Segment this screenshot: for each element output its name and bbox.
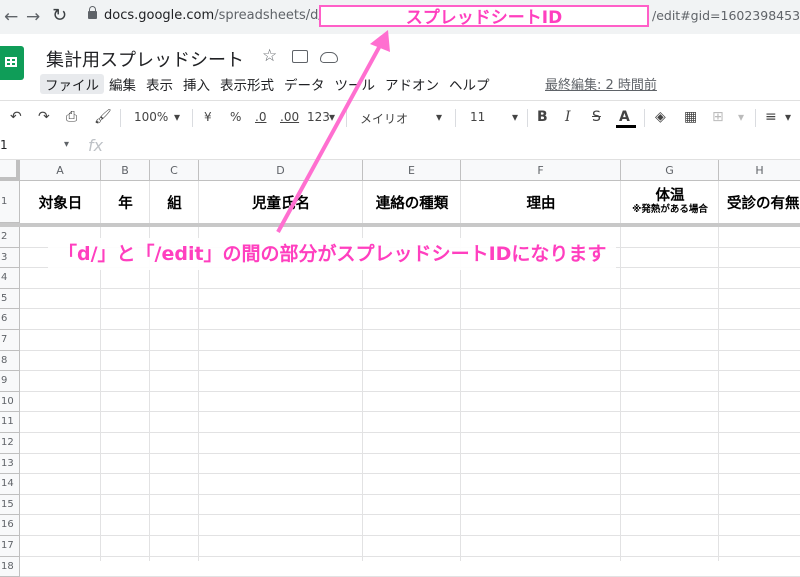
- annotation-callout: 「d/」と「/edit」の間の部分がスプレッドシートIDになります: [48, 238, 617, 270]
- currency-button[interactable]: ¥: [204, 110, 212, 124]
- star-icon[interactable]: ☆: [262, 46, 277, 66]
- text-color-button[interactable]: A: [619, 109, 630, 125]
- merge-cells-icon[interactable]: ⊞: [712, 109, 724, 125]
- last-edit-link[interactable]: 最終編集: 2 時間前: [545, 74, 657, 93]
- increase-decimal-button[interactable]: .00: [280, 110, 299, 124]
- browser-address-bar[interactable]: ← → ↻ docs.google.com/spreadsheets/d/ /e…: [0, 0, 800, 34]
- zoom-caret-icon[interactable]: ▾: [174, 110, 180, 124]
- row-header[interactable]: 17: [0, 536, 20, 557]
- formula-bar: 1 ▾ fx: [0, 135, 800, 160]
- header-cell-contact-type[interactable]: 連絡の種類: [363, 181, 461, 223]
- column-header-g[interactable]: G: [621, 160, 719, 181]
- menu-file[interactable]: ファイル: [40, 74, 104, 94]
- align-caret-icon[interactable]: ▾: [785, 110, 791, 124]
- sheets-logo-icon[interactable]: [0, 46, 24, 80]
- cloud-status-icon[interactable]: [320, 52, 338, 63]
- spreadsheet-id-label: スプレッドシートID: [405, 8, 563, 28]
- header-cell-date[interactable]: 対象日: [20, 181, 101, 223]
- zoom-select[interactable]: 100%: [134, 110, 168, 124]
- row-header[interactable]: 12: [0, 433, 20, 454]
- row-header[interactable]: 14: [0, 474, 20, 495]
- header-cell-class[interactable]: 組: [150, 181, 199, 223]
- borders-icon[interactable]: ▦: [684, 109, 697, 125]
- font-size-caret-icon[interactable]: ▾: [512, 110, 518, 124]
- header-cell-consultation[interactable]: 受診の有無: [719, 181, 800, 223]
- font-size-select[interactable]: 11: [470, 110, 485, 124]
- row-header[interactable]: 9: [0, 371, 20, 392]
- header-cell-student-name[interactable]: 児童氏名: [199, 181, 363, 223]
- lock-icon[interactable]: [88, 6, 97, 19]
- menu-data[interactable]: データ: [279, 74, 330, 94]
- reload-icon[interactable]: ↻: [52, 5, 67, 26]
- row-header[interactable]: 15: [0, 494, 20, 516]
- forward-arrow-icon[interactable]: →: [26, 7, 40, 27]
- row-header[interactable]: 8: [0, 350, 20, 372]
- font-caret-icon[interactable]: ▾: [436, 110, 442, 124]
- spreadsheet-grid[interactable]: A B C D E F G H 1 対象日 年 組 児童氏名 連絡の種類 理由 …: [0, 160, 800, 577]
- column-header-e[interactable]: E: [363, 160, 461, 181]
- menu-tools[interactable]: ツール: [330, 74, 381, 94]
- menu-edit[interactable]: 編集: [104, 74, 141, 94]
- name-box[interactable]: 1: [0, 138, 8, 152]
- row-header[interactable]: 2: [0, 227, 20, 248]
- column-header-h[interactable]: H: [719, 160, 800, 181]
- merge-caret-icon[interactable]: ▾: [738, 110, 744, 124]
- menu-format[interactable]: 表示形式: [215, 74, 279, 94]
- row-header[interactable]: 4: [0, 268, 20, 289]
- decrease-decimal-button[interactable]: .0: [255, 110, 266, 124]
- column-header-d[interactable]: D: [199, 160, 363, 181]
- redo-icon[interactable]: ↷: [38, 109, 50, 125]
- column-header-c[interactable]: C: [150, 160, 199, 181]
- row-header[interactable]: 11: [0, 412, 20, 433]
- url-prefix[interactable]: docs.google.com/spreadsheets/d/: [104, 8, 323, 23]
- more-formats-button[interactable]: 123: [307, 110, 330, 124]
- menu-view[interactable]: 表示: [141, 74, 178, 94]
- select-all-corner[interactable]: [0, 160, 20, 181]
- undo-icon[interactable]: ↶: [10, 109, 22, 125]
- strikethrough-button[interactable]: S: [592, 109, 601, 125]
- row-header[interactable]: 10: [0, 391, 20, 413]
- print-icon[interactable]: ⎙: [66, 109, 77, 125]
- percent-button[interactable]: %: [230, 110, 241, 124]
- paint-format-icon[interactable]: 🖌: [94, 109, 112, 125]
- row-header[interactable]: 1: [0, 181, 20, 223]
- frozen-row-divider[interactable]: [0, 223, 800, 227]
- toolbar: ↶ ↷ ⎙ 🖌 100% ▾ ¥ % .0 .00 123 ▾ メイリオ ▾ 1…: [0, 100, 800, 136]
- row-header[interactable]: 13: [0, 453, 20, 475]
- column-header-f[interactable]: F: [461, 160, 621, 181]
- temperature-label: 体温: [655, 187, 685, 204]
- fx-icon: fx: [88, 136, 104, 155]
- column-header-b[interactable]: B: [101, 160, 150, 181]
- fill-color-icon[interactable]: ◈: [655, 109, 666, 125]
- column-header-a[interactable]: A: [20, 160, 101, 181]
- row-header[interactable]: 18: [0, 556, 20, 577]
- italic-button[interactable]: I: [565, 109, 571, 125]
- url-suffix[interactable]: /edit#gid=1602398453: [652, 8, 800, 23]
- row-header[interactable]: 5: [0, 288, 20, 310]
- document-title[interactable]: 集計用スプレッドシート: [46, 46, 244, 72]
- row-header[interactable]: 6: [0, 309, 20, 330]
- name-box-caret-icon[interactable]: ▾: [64, 139, 69, 150]
- temperature-note: ※発熱がある場合: [632, 203, 708, 215]
- font-family-select[interactable]: メイリオ: [360, 110, 408, 127]
- menu-help[interactable]: ヘルプ: [444, 74, 495, 94]
- header-cell-grade[interactable]: 年: [101, 181, 150, 223]
- row-header[interactable]: 16: [0, 515, 20, 536]
- more-formats-caret-icon[interactable]: ▾: [329, 110, 335, 124]
- menu-addons[interactable]: アドオン: [380, 74, 444, 94]
- header-cell-reason[interactable]: 理由: [461, 181, 621, 223]
- row-header[interactable]: 7: [0, 330, 20, 351]
- menu-bar: ファイル 編集 表示 挿入 表示形式 データ ツール アドオン ヘルプ: [40, 74, 495, 94]
- header-cell-temperature[interactable]: 体温 ※発熱がある場合: [621, 181, 719, 223]
- row-header[interactable]: 3: [0, 247, 20, 269]
- move-folder-icon[interactable]: [292, 50, 308, 63]
- back-arrow-icon[interactable]: ←: [4, 7, 18, 27]
- bold-button[interactable]: B: [537, 109, 548, 125]
- align-left-icon[interactable]: ≡: [765, 109, 777, 125]
- menu-insert[interactable]: 挿入: [178, 74, 215, 94]
